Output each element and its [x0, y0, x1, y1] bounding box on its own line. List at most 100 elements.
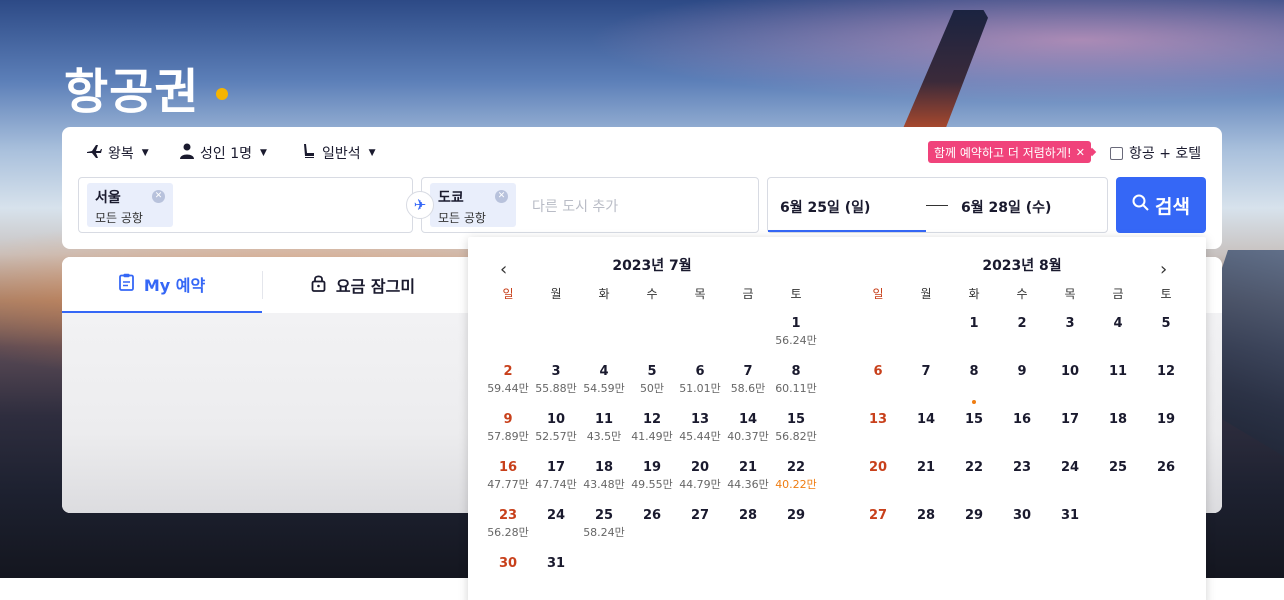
cabin-class-dropdown[interactable]: 일반석 ▼ — [302, 143, 376, 163]
calendar-day[interactable]: 2 59.44만 — [484, 364, 532, 412]
calendar-day[interactable]: 31 — [1046, 508, 1094, 556]
calendar-day[interactable]: 9 — [998, 364, 1046, 412]
origin-chip[interactable]: 서울 모든 공항 ✕ — [87, 183, 173, 227]
calendar-day[interactable]: 7 — [902, 364, 950, 412]
departure-date[interactable]: 6월 25일 (일) — [768, 178, 926, 232]
destination-field[interactable]: 도쿄 모든 공항 ✕ 다른 도시 추가 — [421, 177, 759, 233]
airplane-swap-icon[interactable]: ✈ — [406, 191, 434, 219]
calendar-day[interactable]: 14 40.37만 — [724, 412, 772, 460]
trip-type-dropdown[interactable]: 왕복 ▼ — [86, 143, 149, 163]
calendar-day[interactable]: 27 — [854, 508, 902, 556]
calendar-day[interactable]: 16 47.77만 — [484, 460, 532, 508]
calendar-day[interactable]: 28 — [724, 508, 772, 556]
day-price: 44.36만 — [727, 478, 769, 491]
checkbox-box[interactable] — [1110, 146, 1123, 160]
calendar-day[interactable]: 30 — [484, 556, 532, 600]
day-number: 27 — [690, 508, 710, 523]
calendar-day[interactable]: 17 47.74만 — [532, 460, 580, 508]
calendar-day[interactable]: 16 — [998, 412, 1046, 460]
calendar-day[interactable]: 24 — [532, 508, 580, 556]
calendar-day[interactable]: 2 — [998, 316, 1046, 364]
calendar-day[interactable]: 13 45.44만 — [676, 412, 724, 460]
empty-day-cell — [580, 316, 628, 364]
passengers-dropdown[interactable]: 성인 1명 ▼ — [180, 143, 267, 163]
calendar-day[interactable]: 30 — [998, 508, 1046, 556]
promo-label: 함께 예약하고 더 저렴하게! — [934, 145, 1072, 160]
day-price: 52.57만 — [535, 430, 577, 443]
day-number: 10 — [546, 412, 566, 427]
chevron-down-icon: ▼ — [260, 148, 267, 158]
day-number: 30 — [1012, 508, 1032, 523]
calendar-day[interactable]: 6 — [854, 364, 902, 412]
calendar-day[interactable]: 29 — [950, 508, 998, 556]
calendar-day[interactable]: 13 — [854, 412, 902, 460]
calendar-day[interactable]: 23 — [998, 460, 1046, 508]
cabin-class-label: 일반석 — [322, 146, 361, 162]
calendar-day[interactable]: 21 44.36만 — [724, 460, 772, 508]
calendar-day[interactable]: 5 50만 — [628, 364, 676, 412]
calendar-day[interactable]: 8 — [950, 364, 998, 412]
tab-fare-lock[interactable]: 요금 잠그미 — [263, 257, 463, 313]
calendar-day[interactable]: 22 — [950, 460, 998, 508]
calendar-day[interactable]: 25 58.24만 — [580, 508, 628, 556]
day-number: 14 — [916, 412, 936, 427]
calendar-day[interactable]: 4 54.59만 — [580, 364, 628, 412]
day-number: 13 — [690, 412, 710, 427]
calendar-day[interactable]: 11 43.5만 — [580, 412, 628, 460]
origin-field[interactable]: 서울 모든 공항 ✕ — [78, 177, 413, 233]
calendar-day[interactable]: 27 — [676, 508, 724, 556]
add-city-placeholder[interactable]: 다른 도시 추가 — [532, 196, 618, 216]
calendar-day[interactable]: 7 58.6만 — [724, 364, 772, 412]
calendar-day[interactable]: 19 — [1142, 412, 1190, 460]
day-number: 3 — [551, 364, 561, 379]
calendar-day[interactable]: 19 49.55만 — [628, 460, 676, 508]
destination-chip[interactable]: 도쿄 모든 공항 ✕ — [430, 183, 516, 227]
calendar-day[interactable]: 8 60.11만 — [772, 364, 820, 412]
calendar-day[interactable]: 4 — [1094, 316, 1142, 364]
calendar-day[interactable]: 20 44.79만 — [676, 460, 724, 508]
calendar-day[interactable]: 15 56.82만 — [772, 412, 820, 460]
calendar-day[interactable]: 26 — [628, 508, 676, 556]
calendar-day[interactable]: 10 — [1046, 364, 1094, 412]
calendar-day[interactable]: 26 — [1142, 460, 1190, 508]
calendar-day[interactable]: 6 51.01만 — [676, 364, 724, 412]
calendar-day[interactable]: 1 — [950, 316, 998, 364]
calendar-day[interactable]: 21 — [902, 460, 950, 508]
date-range-field[interactable]: 6월 25일 (일) 6월 28일 (수) — [767, 177, 1108, 233]
tab-my-booking[interactable]: My 예약 — [62, 257, 262, 313]
calendar-day[interactable]: 18 43.48만 — [580, 460, 628, 508]
calendar-day[interactable]: 23 56.28만 — [484, 508, 532, 556]
weekday-header: 일월화수목금토 — [854, 285, 1190, 302]
close-icon[interactable]: ✕ — [1076, 146, 1085, 159]
calendar-day[interactable]: 12 41.49만 — [628, 412, 676, 460]
remove-origin-icon[interactable]: ✕ — [152, 190, 165, 203]
calendar-day[interactable]: 3 55.88만 — [532, 364, 580, 412]
calendar-day[interactable]: 25 — [1094, 460, 1142, 508]
calendar-day[interactable]: 24 — [1046, 460, 1094, 508]
calendar-day[interactable]: 11 — [1094, 364, 1142, 412]
calendar-day[interactable]: 20 — [854, 460, 902, 508]
calendar-day[interactable]: 1 56.24만 — [772, 316, 820, 364]
calendar-day[interactable]: 29 — [772, 508, 820, 556]
day-number: 28 — [738, 508, 758, 523]
calendar-day[interactable]: 18 — [1094, 412, 1142, 460]
return-date[interactable]: 6월 28일 (수) — [961, 197, 1051, 217]
calendar-day[interactable]: 15 — [950, 400, 998, 460]
calendar-day[interactable]: 31 — [532, 556, 580, 600]
calendar-day[interactable]: 28 — [902, 508, 950, 556]
calendar-day[interactable]: 17 — [1046, 412, 1094, 460]
calendar-day[interactable]: 10 52.57만 — [532, 412, 580, 460]
calendar-day[interactable]: 9 57.89만 — [484, 412, 532, 460]
trip-type-label: 왕복 — [108, 146, 134, 162]
weekday-label: 수 — [1016, 287, 1028, 301]
calendar-day[interactable]: 14 — [902, 412, 950, 460]
hotel-combo-checkbox[interactable]: 항공 + 호텔 — [1110, 143, 1201, 163]
promo-badge[interactable]: 함께 예약하고 더 저렴하게! ✕ — [928, 141, 1091, 163]
search-button[interactable]: 검색 — [1116, 177, 1206, 233]
remove-destination-icon[interactable]: ✕ — [495, 190, 508, 203]
calendar-day[interactable]: 22 40.22만 — [772, 460, 820, 508]
calendar-day[interactable]: 3 — [1046, 316, 1094, 364]
calendar-day[interactable]: 12 — [1142, 364, 1190, 412]
weekday-label: 일 — [872, 287, 884, 301]
calendar-day[interactable]: 5 — [1142, 316, 1190, 364]
